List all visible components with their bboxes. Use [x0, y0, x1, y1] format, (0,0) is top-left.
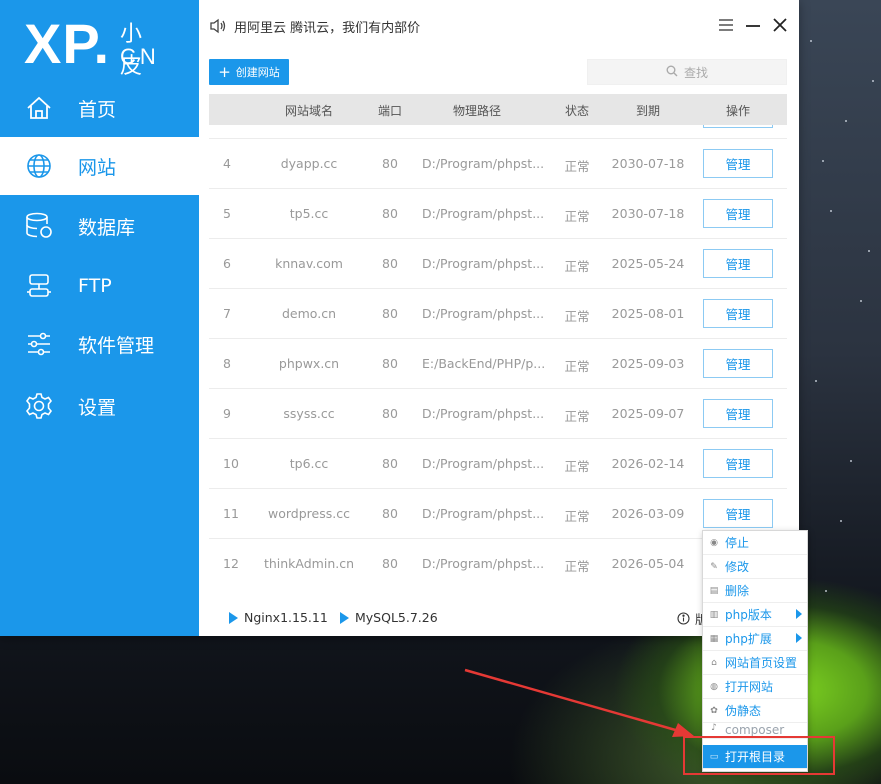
- rewrite-icon: ✿: [710, 705, 718, 716]
- home-small-icon: ⌂: [711, 657, 717, 668]
- menu-item-label: php扩展: [725, 632, 772, 646]
- menu-item-label: php版本: [725, 608, 772, 622]
- extension-icon: ▦: [709, 633, 719, 644]
- menu-item-label: 修改: [725, 560, 750, 574]
- annotation-highlight: [683, 736, 835, 775]
- open-site-icon: ◍: [710, 681, 718, 692]
- php-icon: ▥: [709, 609, 719, 620]
- submenu-arrow-icon: [796, 633, 802, 643]
- menu-item-delete[interactable]: ▤ 删除: [703, 579, 807, 603]
- menu-item-homepage-settings[interactable]: ⌂ 网站首页设置: [703, 651, 807, 675]
- stop-icon: ◉: [710, 537, 718, 548]
- submenu-arrow-icon: [796, 609, 802, 619]
- menu-item-edit[interactable]: ✎ 修改: [703, 555, 807, 579]
- menu-item-label: 伪静态: [725, 704, 762, 718]
- menu-item-label: 删除: [725, 584, 750, 598]
- menu-item-php-version[interactable]: ▥ php版本: [703, 603, 807, 627]
- menu-item-open-site[interactable]: ◍ 打开网站: [703, 675, 807, 699]
- menu-item-php-extension[interactable]: ▦ php扩展: [703, 627, 807, 651]
- menu-item-label: 网站首页设置: [725, 656, 798, 670]
- edit-icon: ✎: [710, 561, 718, 572]
- trash-icon: ▤: [709, 585, 719, 596]
- menu-item-label: 打开网站: [725, 680, 774, 694]
- menu-item-label: 停止: [725, 536, 750, 550]
- composer-icon: ♪: [711, 723, 717, 733]
- menu-item-rewrite[interactable]: ✿ 伪静态: [703, 699, 807, 723]
- menu-item-stop[interactable]: ◉ 停止: [703, 531, 807, 555]
- menu-item-label: composer: [725, 723, 785, 737]
